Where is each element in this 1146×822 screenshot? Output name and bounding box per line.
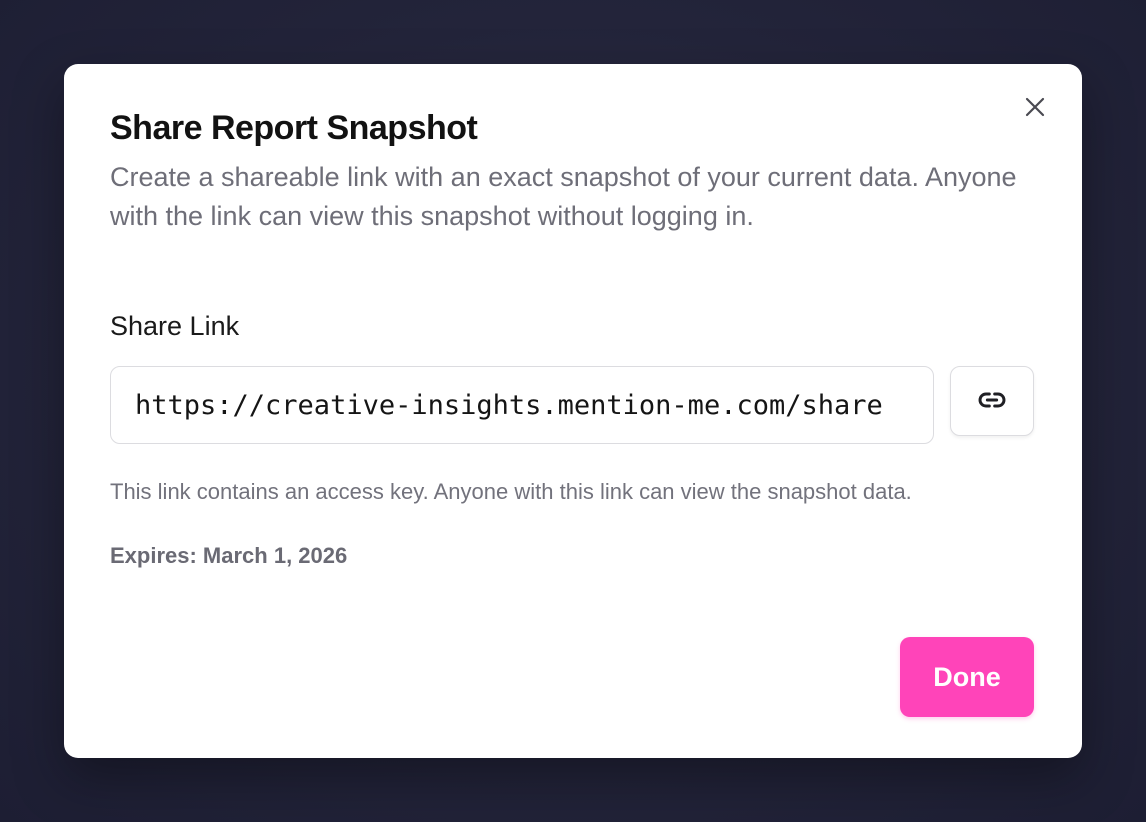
share-snapshot-dialog: Share Report Snapshot Create a shareable… — [64, 64, 1082, 758]
close-button[interactable] — [1020, 94, 1050, 124]
dialog-title: Share Report Snapshot — [110, 109, 478, 147]
share-link-input[interactable] — [110, 366, 934, 444]
link-icon — [976, 384, 1008, 419]
close-icon — [1023, 95, 1047, 124]
copy-link-button[interactable] — [950, 366, 1034, 436]
expiry-date: Expires: March 1, 2026 — [110, 543, 348, 568]
dialog-description: Create a shareable link with an exact sn… — [110, 162, 1017, 231]
share-link-label: Share Link — [110, 311, 240, 341]
share-link-helper-text: This link contains an access key. Anyone… — [110, 479, 912, 504]
done-button[interactable]: Done — [900, 637, 1034, 717]
